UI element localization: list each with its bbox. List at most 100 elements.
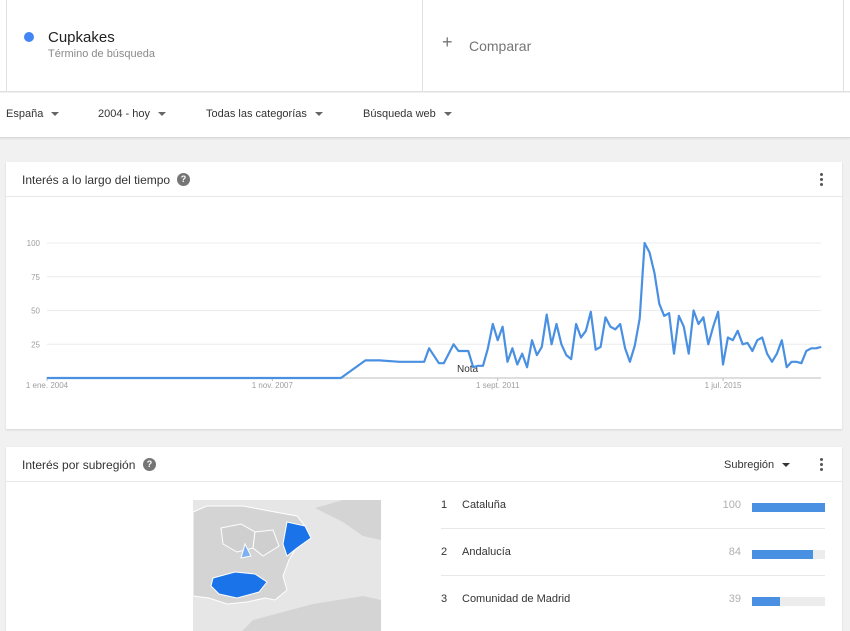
data-point: [399, 361, 401, 363]
interest-by-region-title: Interés por subregión: [22, 458, 136, 472]
region-name: Cataluña: [462, 499, 507, 511]
region-filter-label: España: [6, 108, 44, 120]
data-point: [570, 358, 572, 360]
data-point: [727, 337, 729, 338]
region-value: 84: [728, 546, 741, 558]
interest-over-time-header: Interés a lo largo del tiempo ?: [6, 162, 842, 197]
data-point: [609, 326, 611, 328]
spain-region-map[interactable]: [193, 500, 381, 631]
data-point: [698, 323, 700, 325]
plus-icon: +: [442, 32, 453, 52]
data-point: [668, 312, 670, 314]
data-point: [423, 361, 425, 363]
filter-bar: España 2004 - hoy Todas las categorías B…: [0, 93, 850, 138]
region-bar-fill: [752, 503, 825, 512]
data-point: [438, 362, 440, 364]
compare-button[interactable]: + Comparar: [423, 0, 844, 92]
data-point: [457, 350, 459, 352]
data-point: [222, 377, 224, 379]
region-name: Andalucía: [462, 546, 511, 558]
data-point: [521, 353, 523, 355]
term-color-dot: [24, 32, 34, 42]
region-value: 39: [728, 593, 741, 605]
interest-over-time-card: Interés a lo largo del tiempo ? 100 75 50 2…: [6, 162, 842, 429]
data-point: [815, 347, 817, 349]
category-filter[interactable]: Todas las categorías: [206, 108, 323, 120]
chevron-down-icon: [51, 112, 60, 117]
data-point: [761, 337, 763, 338]
data-point: [472, 366, 474, 368]
data-point: [595, 349, 597, 351]
region-filter[interactable]: España: [6, 108, 60, 120]
search-type-filter-label: Búsqueda web: [363, 108, 436, 120]
interest-by-region-card: Interés por subregión ? Subregión 1 Cata…: [6, 447, 842, 631]
data-point: [105, 377, 107, 379]
data-point: [673, 353, 675, 355]
region-rank: 2: [441, 546, 448, 558]
more-options-icon[interactable]: [820, 173, 824, 187]
data-point: [810, 347, 812, 349]
interest-by-region-header: Interés por subregión ? Subregión: [6, 447, 842, 482]
region-bar-track: [752, 503, 825, 512]
data-point: [747, 342, 749, 344]
data-point: [565, 354, 567, 356]
data-point: [649, 251, 651, 253]
data-point: [751, 350, 753, 352]
data-point: [756, 339, 758, 341]
data-point: [737, 330, 739, 332]
data-point: [639, 318, 641, 320]
data-point: [46, 377, 48, 379]
region-rank: 1: [441, 499, 448, 511]
data-point: [624, 347, 626, 349]
data-point: [717, 311, 719, 313]
region-bar-fill: [752, 550, 814, 559]
data-point: [771, 361, 773, 363]
data-point: [364, 359, 366, 361]
x-tick-label: 1 nov. 2007: [252, 381, 294, 390]
time-filter-label: 2004 - hoy: [98, 108, 150, 120]
chevron-down-icon: [782, 463, 791, 468]
interest-over-time-title: Interés a lo largo del tiempo: [22, 173, 171, 187]
chart-y-ticks: 100 75 50 25: [27, 239, 41, 349]
subregion-selector-label: Subregión: [724, 459, 775, 471]
data-point: [477, 365, 479, 367]
data-point: [678, 315, 680, 317]
time-filter[interactable]: 2004 - hoy: [98, 108, 166, 120]
list-item[interactable]: 3 Comunidad de Madrid 39: [441, 576, 825, 623]
search-term-name[interactable]: Cupkakes: [48, 29, 115, 46]
data-point: [634, 345, 636, 347]
subregion-selector[interactable]: Subregión: [724, 459, 791, 471]
data-point: [590, 311, 592, 313]
data-point: [820, 346, 822, 348]
help-icon[interactable]: ?: [143, 458, 156, 471]
data-point: [497, 339, 499, 341]
data-point: [688, 353, 690, 355]
data-point: [443, 362, 445, 364]
x-tick-label: 1 jul. 2015: [705, 381, 742, 390]
data-point: [791, 361, 793, 363]
region-rank: 3: [441, 593, 448, 605]
data-point: [541, 346, 543, 348]
data-point: [585, 330, 587, 332]
more-options-icon[interactable]: [820, 458, 824, 472]
y-tick-label: 75: [31, 273, 40, 282]
help-icon[interactable]: ?: [177, 173, 190, 186]
search-type-filter[interactable]: Búsqueda web: [363, 108, 452, 120]
region-bar-fill: [752, 597, 781, 606]
data-point: [683, 326, 685, 328]
data-point: [693, 310, 695, 311]
data-point: [658, 303, 660, 305]
list-item[interactable]: 2 Andalucía 84: [441, 529, 825, 576]
interest-over-time-chart[interactable]: 100 75 50 25 1 ene. 2004 1 nov. 2007 1 sept. …: [6, 197, 842, 429]
data-point: [492, 323, 494, 325]
search-terms-bar: Cupkakes Término de búsqueda + Comparar: [0, 0, 850, 92]
search-term-subtitle: Término de búsqueda: [48, 48, 156, 60]
data-point: [644, 242, 646, 244]
data-point: [428, 347, 430, 349]
data-point: [796, 361, 798, 363]
search-term-card[interactable]: Cupkakes Término de búsqueda: [6, 0, 423, 92]
y-tick-label: 100: [27, 239, 41, 248]
data-point: [502, 326, 504, 328]
list-item[interactable]: 1 Cataluña 100: [441, 482, 825, 529]
data-point: [742, 343, 744, 345]
